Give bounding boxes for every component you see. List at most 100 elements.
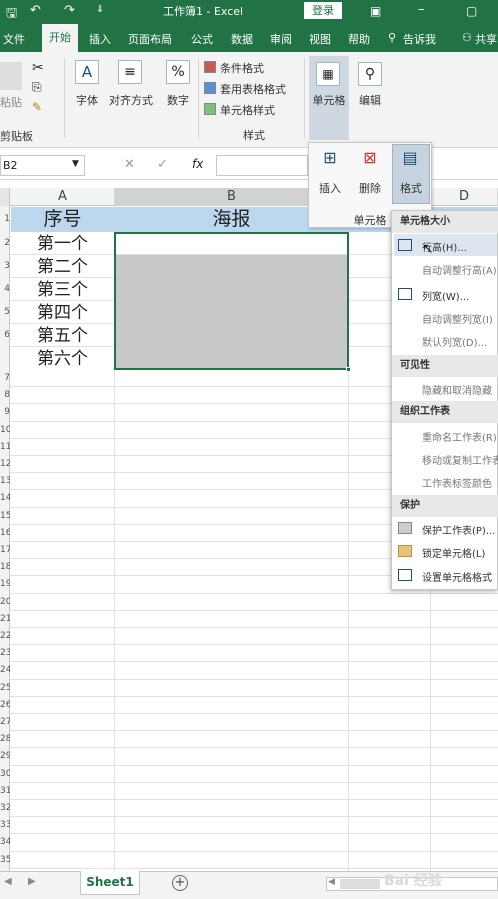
alignment-icon[interactable]: ≡ [118,60,142,84]
row-header[interactable]: 2 [0,232,10,255]
row-header[interactable]: 20 [0,594,10,611]
cell-a-row-5[interactable]: 第五个 [11,325,114,347]
insert-function-icon[interactable]: fx [192,157,203,171]
sheet-scroll-left-icon[interactable]: ◀ [4,876,12,887]
row-header[interactable]: 34 [0,834,10,851]
row-header[interactable]: 12 [0,456,10,473]
conditional-format-button[interactable]: 条件格式 [220,60,264,76]
row-header[interactable]: 15 [0,508,10,525]
row-header[interactable]: 9 [0,404,10,421]
select-all-button[interactable] [0,188,10,206]
column-header-a[interactable]: A [11,188,115,206]
share-button[interactable]: 共享 [475,31,497,47]
number-button[interactable]: 数字 [160,92,196,108]
row-header[interactable]: 8 [0,387,10,404]
row-header[interactable]: 22 [0,628,10,645]
cell-a-row-6[interactable]: 第六个 [11,348,114,370]
row-header[interactable]: 7 [0,370,10,387]
selection-border[interactable] [114,232,349,370]
row-header[interactable]: 26 [0,697,10,714]
tab-file[interactable]: 文件 [3,31,25,47]
cut-icon[interactable]: ✂ [32,60,44,76]
insert-button[interactable]: 插入 [312,180,348,196]
row-header[interactable]: 29 [0,748,10,765]
format-cells-icon[interactable]: ▤ [398,148,422,174]
login-button[interactable]: 登录 [304,2,342,19]
ribbon-display-icon[interactable]: ▣ [370,4,381,18]
tab-data[interactable]: 数据 [231,31,253,47]
column-width-item[interactable]: 列宽(W)... [422,288,498,303]
auto-column-width-item[interactable]: 自动调整列宽(I) [422,311,498,326]
row-header[interactable]: 6 [0,324,10,347]
row-header[interactable]: 25 [0,680,10,697]
rename-sheet-item[interactable]: 重命名工作表(R) [422,429,498,444]
delete-cells-icon[interactable]: ⊠ [358,148,382,174]
row-header[interactable]: 18 [0,559,10,576]
tab-review[interactable]: 审阅 [270,31,292,47]
cells-button[interactable]: 单元格 [309,92,349,108]
scrollbar-thumb[interactable] [340,879,380,889]
format-button[interactable]: 格式 [392,180,430,196]
row-header[interactable]: 13 [0,473,10,490]
row-header[interactable]: 30 [0,766,10,783]
column-header-d[interactable]: D [431,188,498,206]
row-header[interactable]: 27 [0,714,10,731]
copy-icon[interactable]: ⎘ [32,80,42,95]
row-header[interactable]: 17 [0,542,10,559]
row-header[interactable]: 24 [0,662,10,679]
row-header[interactable]: 14 [0,490,10,507]
row-header[interactable]: 1 [0,206,10,232]
editing-icon[interactable]: ⚲ [358,62,382,86]
formula-input[interactable] [216,155,308,176]
font-button[interactable]: 字体 [68,92,106,108]
save-icon[interactable]: 🖫 [6,4,17,26]
tab-view[interactable]: 视图 [309,31,331,47]
add-sheet-button[interactable]: + [172,875,188,891]
row-header[interactable]: 23 [0,645,10,662]
tab-formulas[interactable]: 公式 [191,31,213,47]
move-copy-sheet-item[interactable]: 移动或复制工作表 [422,452,498,467]
tab-help[interactable]: 帮助 [348,31,370,47]
format-as-table-button[interactable]: 套用表格格式 [220,81,286,97]
row-header[interactable]: 32 [0,800,10,817]
name-box-dropdown-icon[interactable]: ▼ [72,159,79,169]
cell-a-row-1[interactable]: 第一个 [11,233,114,255]
auto-row-height-item[interactable]: 自动调整行高(A) [422,262,498,277]
row-header[interactable]: 21 [0,611,10,628]
hide-unhide-item[interactable]: 隐藏和取消隐藏 [422,382,498,397]
cells-icon[interactable]: ▦ [316,62,340,86]
row-header[interactable]: 5 [0,301,10,324]
minimize-icon[interactable]: – [418,2,425,17]
tab-insert[interactable]: 插入 [89,31,111,47]
alignment-button[interactable]: 对齐方式 [106,92,156,108]
editing-button[interactable]: 编辑 [352,92,388,108]
share-icon[interactable]: ⚇ [462,31,472,44]
lock-cell-item[interactable]: 锁定单元格(L) [422,545,498,560]
customize-toolbar-icon[interactable]: ⇓ [96,4,104,15]
tab-home[interactable]: 开始 [42,24,78,52]
header-seq-cell[interactable]: 序号 [11,207,114,232]
delete-button[interactable]: 删除 [352,180,388,196]
row-header[interactable]: 3 [0,255,10,278]
row-header[interactable]: 10 [0,422,10,439]
font-icon[interactable]: A [75,60,99,84]
row-header[interactable]: 33 [0,817,10,834]
cell-a-row-4[interactable]: 第四个 [11,302,114,324]
paste-button[interactable]: 粘贴 [0,94,22,110]
scroll-left-icon[interactable]: ◀ [328,877,335,887]
row-header[interactable]: 16 [0,525,10,542]
sheet-tab-sheet1[interactable]: Sheet1 [80,871,140,895]
row-header[interactable]: 31 [0,783,10,800]
format-painter-icon[interactable]: ✎ [32,100,42,114]
cell-a-row-2[interactable]: 第二个 [11,256,114,278]
row-header[interactable]: 28 [0,731,10,748]
row-header[interactable]: 35 [0,852,10,869]
row-header[interactable]: 11 [0,439,10,456]
number-format-icon[interactable]: % [166,60,190,84]
row-header[interactable]: 19 [0,576,10,593]
paste-icon[interactable] [0,62,22,90]
search-icon[interactable]: ⚲ [388,31,396,44]
redo-icon[interactable]: ↷ [64,3,75,18]
fill-handle[interactable] [346,367,351,372]
tab-page-layout[interactable]: 页面布局 [128,31,172,47]
